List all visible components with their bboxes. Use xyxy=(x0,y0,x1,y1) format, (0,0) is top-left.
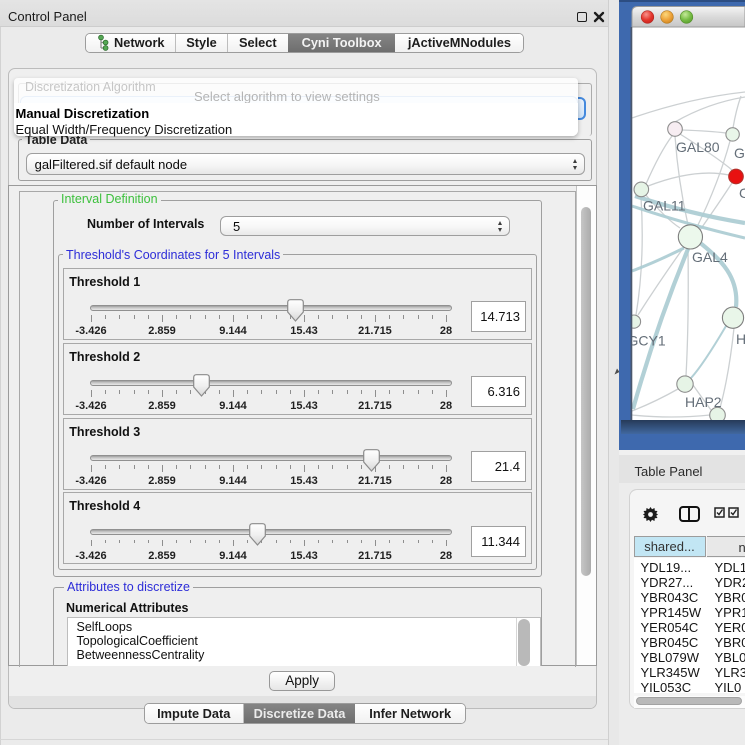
svg-text:HAP2: HAP2 xyxy=(685,394,722,410)
svg-text:GAL80: GAL80 xyxy=(676,139,720,155)
svg-text:GA: GA xyxy=(734,145,745,161)
svg-text:H: H xyxy=(736,331,745,347)
svg-text:GCY1: GCY1 xyxy=(628,333,666,349)
svg-text:C: C xyxy=(739,185,745,201)
svg-text:GAL11: GAL11 xyxy=(643,198,686,214)
svg-text:GAL4: GAL4 xyxy=(692,249,728,265)
